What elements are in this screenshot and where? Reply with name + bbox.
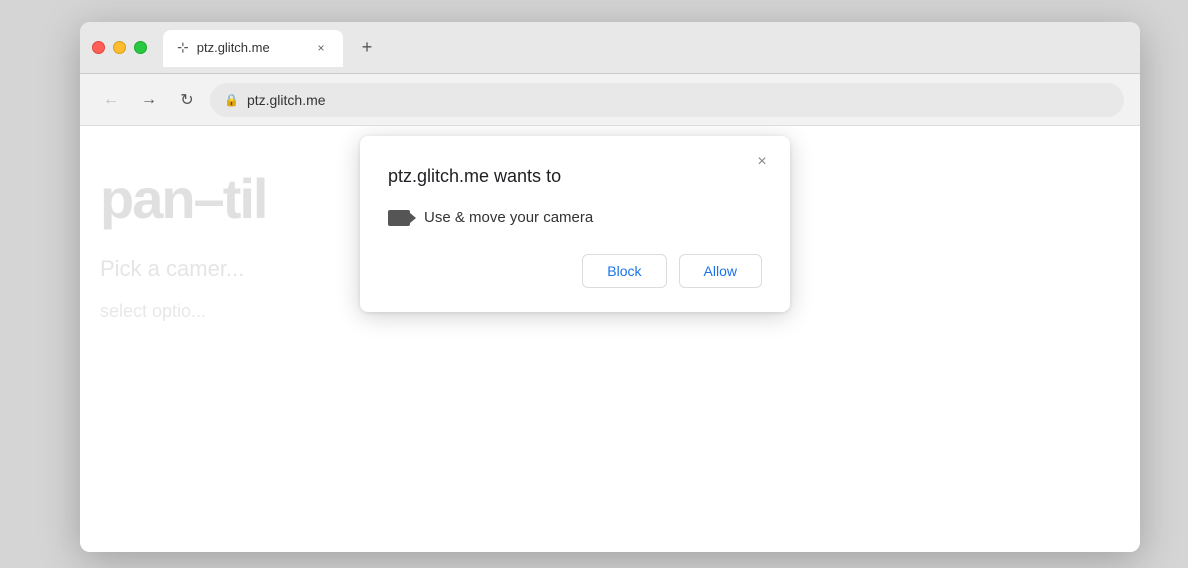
address-bar[interactable]: 🔒 ptz.glitch.me (210, 83, 1124, 117)
active-tab[interactable]: ⊹ ptz.glitch.me × (163, 30, 343, 66)
new-tab-button[interactable]: + (351, 32, 383, 64)
allow-button[interactable]: Allow (679, 254, 762, 288)
close-button[interactable] (92, 41, 105, 54)
browser-window: ⊹ ptz.glitch.me × + ← → ↻ 🔒 ptz.glitch.m… (80, 22, 1140, 552)
permission-dialog: × ptz.glitch.me wants to Use & move your… (360, 136, 790, 312)
back-button[interactable]: ← (96, 85, 126, 115)
block-button[interactable]: Block (582, 254, 666, 288)
reload-button[interactable]: ↻ (172, 85, 202, 115)
dialog-buttons: Block Allow (388, 254, 762, 288)
traffic-lights (92, 41, 147, 54)
forward-button[interactable]: → (134, 85, 164, 115)
maximize-button[interactable] (134, 41, 147, 54)
permission-text: Use & move your camera (424, 209, 593, 226)
permission-item: Use & move your camera (388, 209, 762, 226)
title-bar: ⊹ ptz.glitch.me × + (80, 22, 1140, 74)
minimize-button[interactable] (113, 41, 126, 54)
lock-icon: 🔒 (224, 93, 239, 107)
tab-favicon-icon: ⊹ (177, 39, 189, 56)
tab-bar: ⊹ ptz.glitch.me × + (163, 30, 1128, 66)
tab-title: ptz.glitch.me (197, 40, 305, 55)
nav-bar: ← → ↻ 🔒 ptz.glitch.me (80, 74, 1140, 126)
camera-icon (388, 210, 410, 226)
tab-close-icon[interactable]: × (313, 40, 329, 56)
dialog-close-button[interactable]: × (750, 150, 774, 174)
page-bg-subtext2: select optio... (100, 301, 206, 322)
page-bg-heading: pan–til (100, 166, 266, 231)
page-bg-subtext1: Pick a camer... (100, 256, 244, 282)
dialog-title: ptz.glitch.me wants to (388, 164, 762, 189)
page-content: pan–til Pick a camer... select optio... … (80, 126, 1140, 552)
address-text: ptz.glitch.me (247, 92, 326, 108)
